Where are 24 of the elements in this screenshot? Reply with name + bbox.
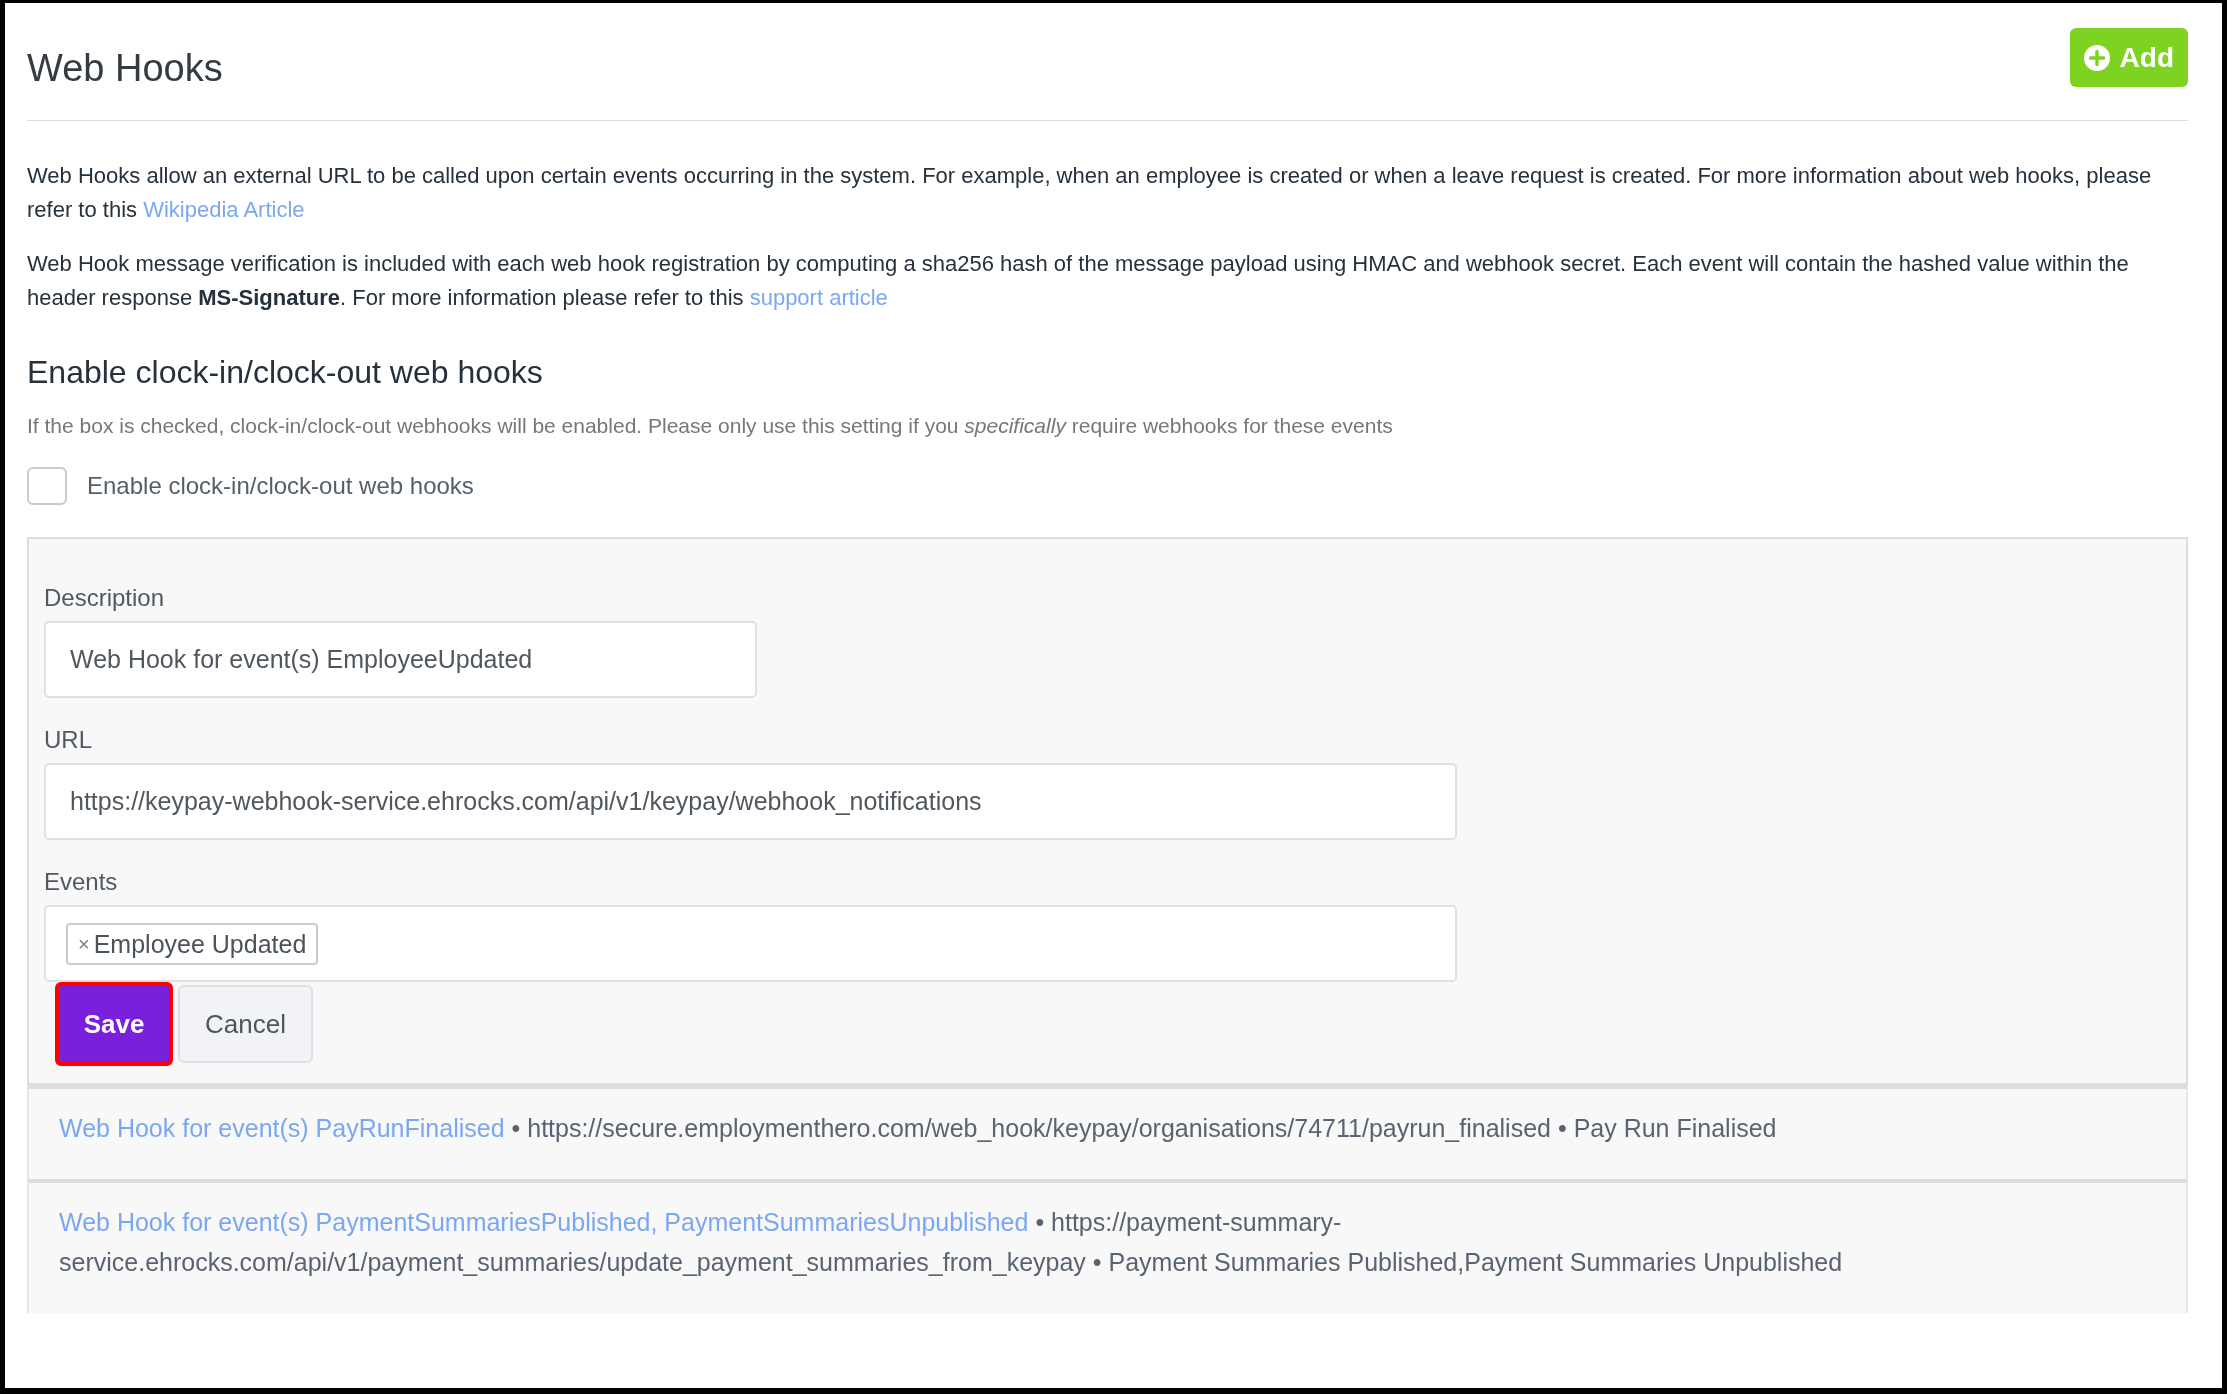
plus-circle-icon	[2083, 44, 2110, 71]
cancel-button[interactable]: Cancel	[178, 985, 313, 1063]
webhook-entry: Web Hook for event(s) PaymentSummariesPublished, PaymentSummariesUnpublished • https://payment-summary-service.ehrocks.com/api/v1/payment_summaries/update_payment_summaries_from_keypay • Payment Summaries Published,Payment Summaries Unpublished	[59, 1207, 1844, 1278]
section-heading: Enable clock-in/clock-out web hooks	[27, 353, 544, 392]
article-link[interactable]: Wikipedia Article	[143, 197, 305, 222]
webhook-entry: Web Hook for event(s) PayRunFinalised • https://secure.employmenthero.com/web_hook/keypay/organisations/74711/payrun_finalised • Pay Run Finalised	[59, 1113, 1778, 1144]
info-paragraph: Web Hook message verification is included with each web hook registration by computing a sha256 hash of the message payload using HMAC and webhook secret. Each event will contain the hashed value within the header response MS-Signature. For more information please refer to this support article	[27, 250, 2130, 312]
input-field[interactable]: Web Hook for event(s) EmployeeUpdated	[44, 621, 757, 698]
tag-label: Employee Updated	[93, 928, 307, 959]
article-link[interactable]: support article	[749, 285, 888, 310]
field-label: Events	[44, 867, 119, 897]
section-hint: If the box is checked, clock-in/clock-out webhooks will be enabled. Please only use this setting if you specifically require webhooks for these events	[27, 413, 1394, 439]
webhook-link[interactable]: Web Hook for event(s) PaymentSummariesPublished, PaymentSummariesUnpublished	[59, 1208, 1029, 1236]
tag-input-field[interactable]: × Employee Updated	[44, 905, 1457, 982]
webhook-link[interactable]: Web Hook for event(s) PayRunFinalised	[59, 1114, 505, 1142]
checkbox[interactable]	[27, 467, 67, 505]
remove-tag-button[interactable]: ×	[78, 931, 90, 956]
page-title: Web Hooks	[27, 46, 223, 90]
info-paragraph: Web Hooks allow an external URL to be called upon certain events occurring in the system. For example, when an employee is created or when a leave request is created. For more information about web hooks, please refer to this Wikipedia Article	[27, 162, 2153, 224]
save-button[interactable]: Save	[55, 982, 173, 1066]
field-label: URL	[44, 725, 93, 755]
field-label: Description	[44, 583, 166, 613]
input-field[interactable]: https://keypay-webhook-service.ehrocks.com/api/v1/keypay/webhook_notifications	[44, 763, 1457, 840]
checkbox-label: Enable clock-in/clock-out web hooks	[87, 471, 474, 501]
